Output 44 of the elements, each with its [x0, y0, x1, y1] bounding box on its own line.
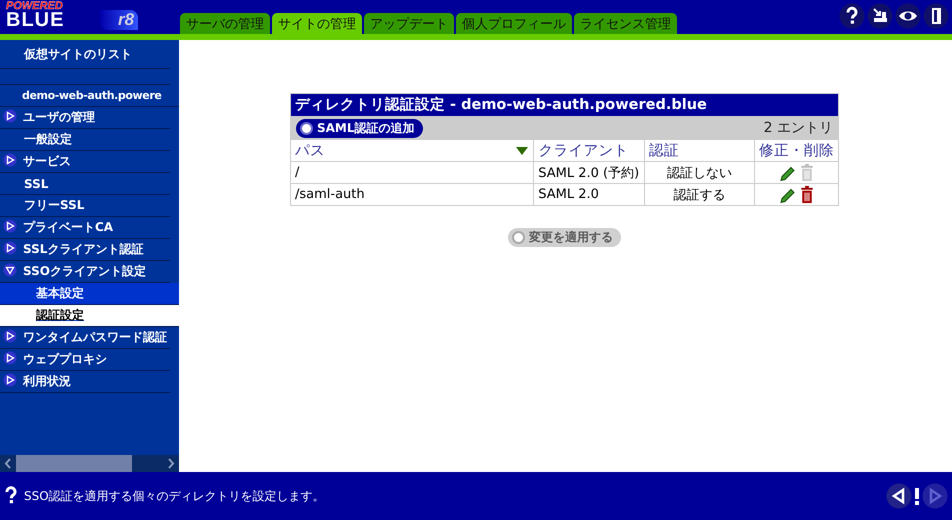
column-header[interactable]: パス: [290, 140, 534, 162]
logo-version: r8: [100, 10, 138, 30]
table-cell: SAML 2.0 (予約): [534, 162, 645, 184]
door-icon[interactable]: [923, 3, 949, 29]
column-header[interactable]: 修正・削除: [754, 140, 838, 162]
nav-tab[interactable]: サイトの管理: [272, 13, 362, 34]
nav-tab[interactable]: アップデート: [364, 13, 454, 34]
horizontal-scrollbar[interactable]: [0, 455, 179, 472]
nav-tab[interactable]: ライセンス管理: [574, 13, 677, 34]
table-cell: /: [290, 162, 534, 184]
sidebar-item[interactable]: ウェブプロキシ: [0, 349, 170, 371]
panel-title: ディレクトリ認証設定 - demo-web-auth.powered.blue: [290, 93, 839, 117]
sidebar-subitem[interactable]: 基本設定: [0, 283, 179, 305]
sidebar-item[interactable]: ワンタイムパスワード認証: [0, 327, 170, 349]
eye-icon[interactable]: [895, 3, 921, 29]
table-cell: /saml-auth: [290, 184, 534, 206]
entry-count: 2 エントリ: [764, 119, 833, 137]
download-icon[interactable]: [867, 3, 893, 29]
alert-icon[interactable]: [914, 486, 920, 506]
sidebar-item[interactable]: SSL: [0, 173, 170, 195]
nav-tab[interactable]: 個人プロフィール: [456, 13, 572, 34]
logo-tagline: POWERED: [6, 0, 63, 12]
sidebar-item[interactable]: 一般設定: [0, 129, 170, 151]
back-icon[interactable]: [886, 483, 912, 509]
help-icon: [4, 486, 18, 506]
nav-tab[interactable]: サーバの管理: [180, 13, 270, 34]
sidebar-heading[interactable]: 仮想サイトのリスト: [0, 40, 170, 69]
sidebar-item[interactable]: フリーSSL: [0, 195, 170, 217]
logo-wordmark: BLUE: [6, 9, 64, 32]
sidebar-item[interactable]: プライベートCA: [0, 217, 170, 239]
column-header[interactable]: クライアント: [534, 140, 645, 162]
sidebar-item[interactable]: SSLクライアント認証: [0, 239, 170, 261]
add-button[interactable]: SAML認証の追加: [296, 118, 423, 138]
table-cell: 認証しない: [644, 162, 754, 184]
status-text: SSO認証を適用する個々のディレクトリを設定します。: [24, 488, 325, 504]
column-header[interactable]: 認証: [644, 140, 754, 162]
sidebar-item[interactable]: サービス: [0, 151, 170, 173]
sidebar-item[interactable]: ユーザの管理: [0, 107, 170, 129]
help-icon[interactable]: [839, 3, 865, 29]
sidebar-subitem[interactable]: 認証設定: [0, 305, 179, 327]
table-cell: 認証する: [644, 184, 754, 206]
sidebar-item[interactable]: 利用状況: [0, 371, 170, 393]
trash-icon[interactable]: [798, 185, 814, 204]
table-cell: SAML 2.0: [534, 184, 645, 206]
